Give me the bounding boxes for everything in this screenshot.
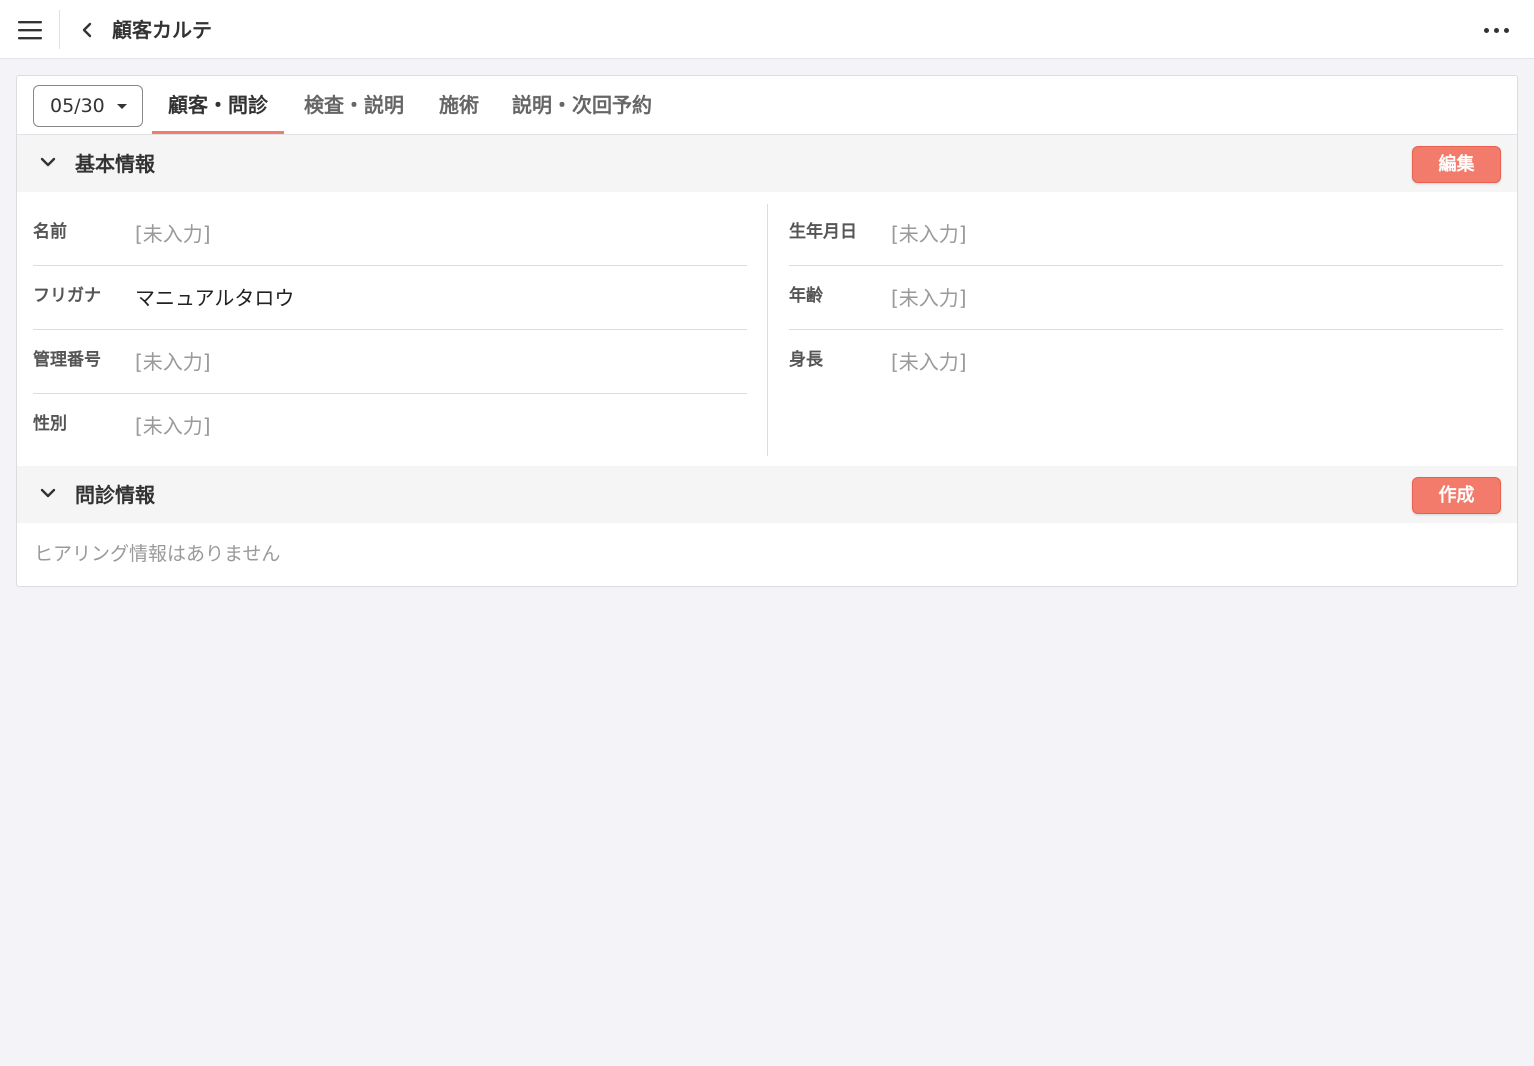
more-horizontal-icon bbox=[1483, 27, 1489, 33]
back-button[interactable] bbox=[72, 14, 102, 46]
column-divider bbox=[767, 204, 768, 456]
field-row-furigana: フリガナ マニュアルタロウ bbox=[33, 266, 747, 330]
field-value: [未入力] bbox=[135, 222, 211, 246]
basic-info-title: 基本情報 bbox=[75, 152, 155, 176]
interview-info-title: 問診情報 bbox=[75, 483, 155, 507]
tab-bar: 05/30 顧客・問診 検査・説明 施術 説明・次回予約 bbox=[17, 76, 1517, 135]
field-value: [未入力] bbox=[891, 350, 967, 374]
menu-button[interactable] bbox=[0, 0, 59, 59]
tab-exam-explanation[interactable]: 検査・説明 bbox=[288, 76, 420, 134]
tab-explanation-next-appointment[interactable]: 説明・次回予約 bbox=[496, 76, 668, 134]
basic-info-right-column: 生年月日 [未入力] 年齢 [未入力] 身長 [未入力] bbox=[789, 202, 1503, 458]
edit-button[interactable]: 編集 bbox=[1412, 146, 1501, 183]
field-label: 生年月日 bbox=[789, 222, 857, 242]
field-row-management-number: 管理番号 [未入力] bbox=[33, 330, 747, 394]
chart-card: 05/30 顧客・問診 検査・説明 施術 説明・次回予約 基本情報 編集 名前 … bbox=[16, 75, 1518, 587]
chevron-down-icon[interactable] bbox=[39, 486, 57, 500]
interview-info-header: 問診情報 作成 bbox=[17, 466, 1517, 523]
page-title: 顧客カルテ bbox=[112, 18, 212, 42]
field-value: [未入力] bbox=[891, 222, 967, 246]
field-row-name: 名前 [未入力] bbox=[33, 202, 747, 266]
empty-interview-message: ヒアリング情報はありません bbox=[34, 543, 281, 565]
top-app-bar: 顧客カルテ bbox=[0, 0, 1534, 59]
field-label: 名前 bbox=[33, 222, 67, 242]
create-button[interactable]: 作成 bbox=[1412, 477, 1501, 514]
header-divider bbox=[59, 10, 60, 49]
date-select-value: 05/30 bbox=[50, 95, 105, 117]
field-label: 管理番号 bbox=[33, 350, 101, 370]
field-row-birthdate: 生年月日 [未入力] bbox=[789, 202, 1503, 266]
field-label: フリガナ bbox=[33, 286, 101, 306]
more-options-button[interactable] bbox=[1476, 16, 1516, 44]
more-dot bbox=[1493, 27, 1499, 33]
caret-down-icon bbox=[117, 104, 127, 109]
field-row-age: 年齢 [未入力] bbox=[789, 266, 1503, 330]
field-label: 身長 bbox=[789, 350, 823, 370]
hamburger-menu-icon bbox=[17, 20, 42, 39]
tab-customer-interview[interactable]: 顧客・問診 bbox=[152, 76, 284, 134]
tab-treatment[interactable]: 施術 bbox=[423, 76, 495, 134]
more-dot bbox=[1503, 27, 1509, 33]
chevron-down-icon[interactable] bbox=[39, 155, 57, 169]
field-value: [未入力] bbox=[135, 414, 211, 438]
date-select[interactable]: 05/30 bbox=[33, 85, 143, 127]
field-row-gender: 性別 [未入力] bbox=[33, 394, 747, 458]
basic-info-header: 基本情報 編集 bbox=[17, 135, 1517, 192]
chevron-left-icon bbox=[82, 22, 92, 38]
field-row-height: 身長 [未入力] bbox=[789, 330, 1503, 394]
field-label: 年齢 bbox=[789, 286, 823, 306]
field-value: [未入力] bbox=[135, 350, 211, 374]
basic-info-left-column: 名前 [未入力] フリガナ マニュアルタロウ 管理番号 [未入力] 性別 [未入… bbox=[33, 202, 747, 458]
field-label: 性別 bbox=[33, 414, 67, 434]
field-value: [未入力] bbox=[891, 286, 967, 310]
field-value: マニュアルタロウ bbox=[135, 286, 295, 310]
